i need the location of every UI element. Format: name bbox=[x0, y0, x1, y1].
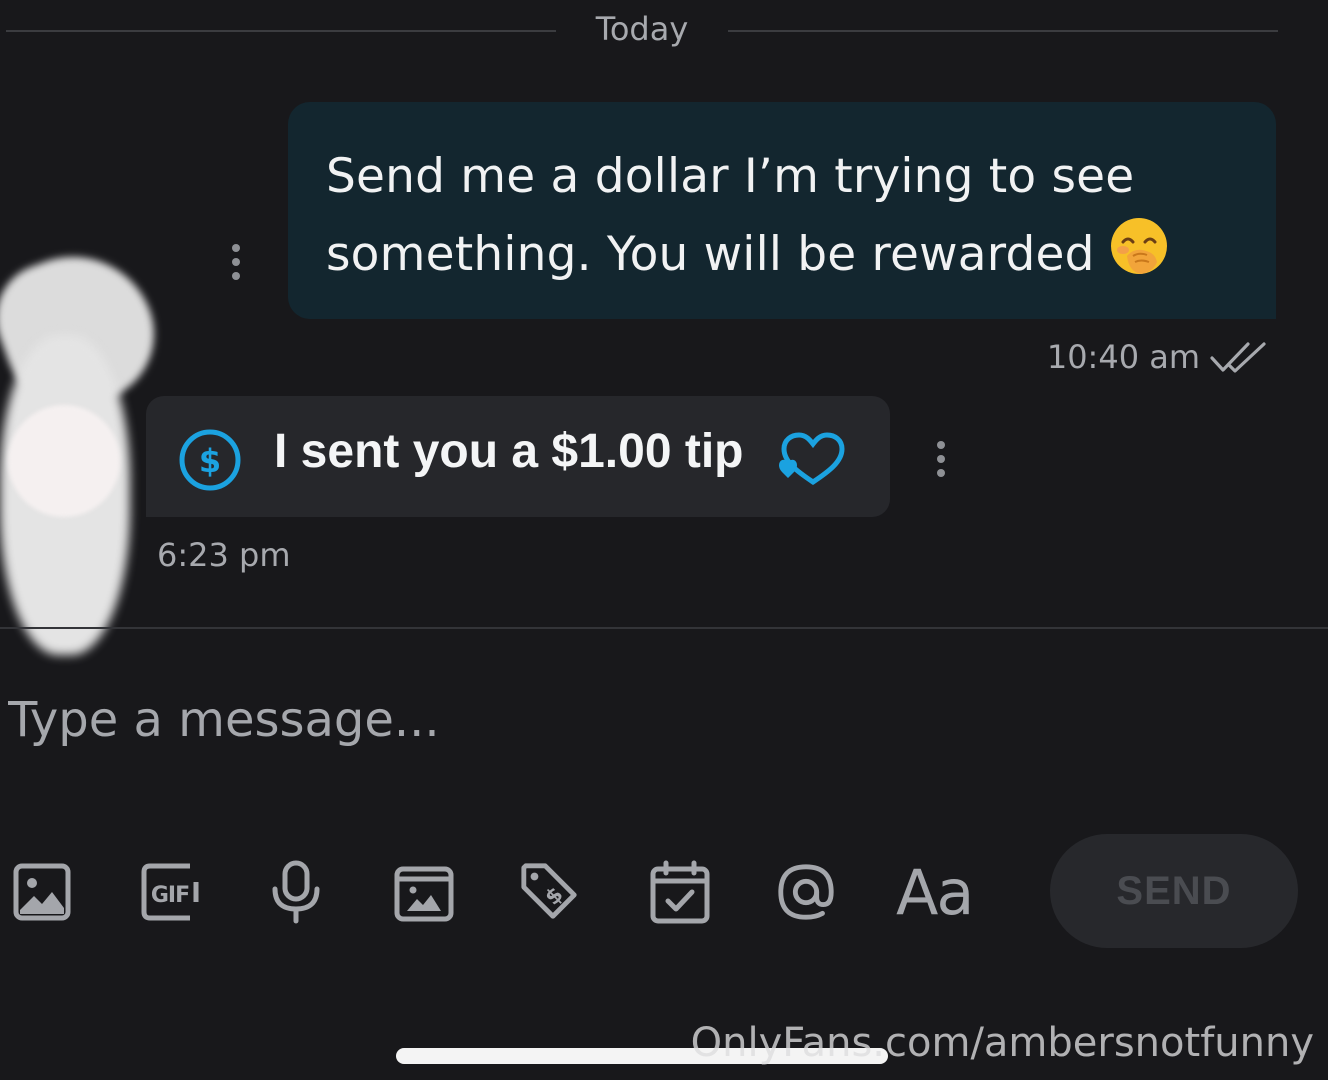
outgoing-message-time: 10:40 am bbox=[1046, 338, 1200, 376]
outgoing-message-content: Send me a dollar I’m trying to see somet… bbox=[326, 149, 1135, 282]
dot bbox=[937, 441, 945, 449]
schedule-icon[interactable] bbox=[648, 858, 712, 926]
send-button[interactable]: SEND bbox=[1050, 834, 1298, 948]
tip-message-text: I sent you a $1.00 tip bbox=[274, 425, 744, 478]
mention-icon[interactable] bbox=[774, 858, 838, 926]
message-input[interactable] bbox=[6, 684, 1010, 756]
outgoing-message-text: Send me a dollar I’m trying to see somet… bbox=[326, 138, 1238, 300]
incoming-tip-bubble[interactable]: $ I sent you a $1.00 tip bbox=[146, 396, 890, 517]
dot bbox=[232, 244, 240, 252]
avatar-image bbox=[8, 405, 120, 517]
gif-icon[interactable]: GIF bbox=[138, 858, 202, 926]
svg-text:GIF: GIF bbox=[151, 883, 189, 908]
dollar-circle-icon: $ bbox=[178, 428, 242, 496]
text-format-icon[interactable]: Aa bbox=[896, 856, 974, 929]
microphone-icon[interactable] bbox=[264, 858, 328, 926]
dot bbox=[937, 455, 945, 463]
sender-avatar[interactable] bbox=[0, 233, 174, 665]
divider-line-left bbox=[6, 30, 556, 32]
divider-line-right bbox=[728, 30, 1278, 32]
date-divider-label: Today bbox=[595, 10, 689, 48]
dot bbox=[232, 258, 240, 266]
date-divider: Today bbox=[0, 10, 1328, 52]
vault-media-icon[interactable] bbox=[392, 858, 456, 926]
incoming-message-time: 6:23 pm bbox=[157, 536, 291, 574]
hand-over-mouth-emoji bbox=[1109, 216, 1169, 300]
heart-icon[interactable] bbox=[778, 432, 848, 492]
price-tag-icon[interactable]: $ bbox=[518, 858, 582, 926]
dot bbox=[232, 272, 240, 280]
message-options-button[interactable] bbox=[231, 244, 241, 284]
dot bbox=[937, 469, 945, 477]
composer-separator bbox=[0, 627, 1328, 629]
watermark: OnlyFans.com/ambersnotfunny bbox=[690, 1020, 1314, 1066]
outgoing-message-bubble[interactable]: Send me a dollar I’m trying to see somet… bbox=[288, 102, 1276, 319]
svg-text:$: $ bbox=[199, 442, 221, 480]
tip-options-button[interactable] bbox=[936, 441, 946, 481]
image-icon[interactable] bbox=[10, 858, 74, 926]
double-check-icon bbox=[1210, 340, 1268, 380]
